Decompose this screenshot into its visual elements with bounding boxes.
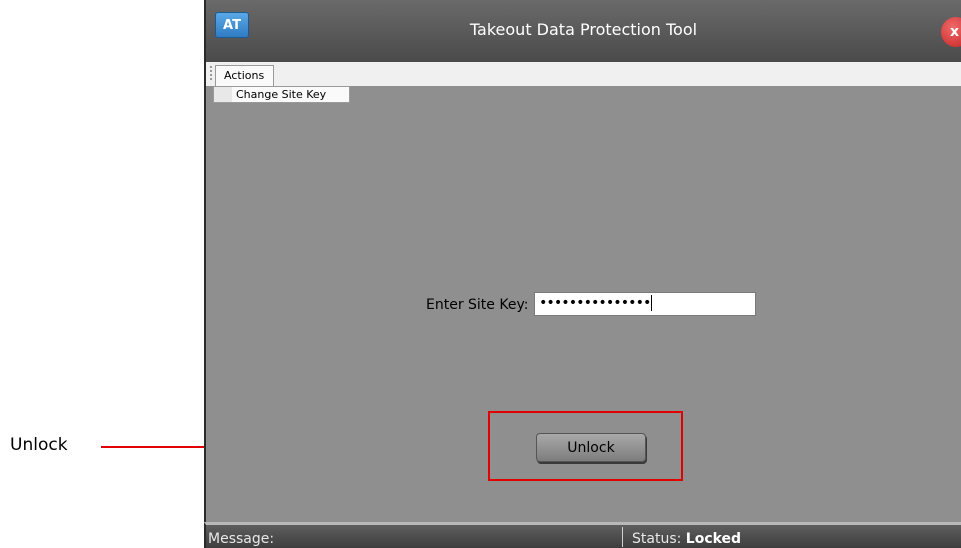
status-value: Locked (685, 531, 742, 547)
actions-menu: Change Site Key (213, 86, 350, 103)
callout-highlight-box (488, 411, 683, 481)
message-label: Message: (208, 531, 275, 547)
tab-actions[interactable]: Actions (215, 65, 274, 86)
window-title: Takeout Data Protection Tool (469, 20, 698, 39)
site-key-value: ••••••••••••••• (539, 295, 651, 311)
status-label: Status: (632, 531, 682, 547)
window-edge (204, 86, 206, 522)
menu-item-change-site-key[interactable]: Change Site Key (236, 88, 326, 101)
status-divider (622, 527, 623, 547)
toolbar-grip-icon[interactable] (210, 66, 212, 82)
status-bar: Message: Status: Locked (204, 522, 961, 548)
menu-gutter (214, 87, 232, 102)
site-key-label: Enter Site Key: (426, 297, 529, 313)
text-caret (651, 295, 653, 311)
close-button[interactable]: x (941, 17, 961, 47)
callout-label: Unlock (10, 435, 68, 455)
toolbar: Actions (204, 62, 961, 86)
title-bar: AT Takeout Data Protection Tool x (204, 0, 961, 62)
status-indicator: Status: Locked (632, 531, 741, 547)
site-key-input[interactable]: ••••••••••••••• (534, 292, 756, 316)
